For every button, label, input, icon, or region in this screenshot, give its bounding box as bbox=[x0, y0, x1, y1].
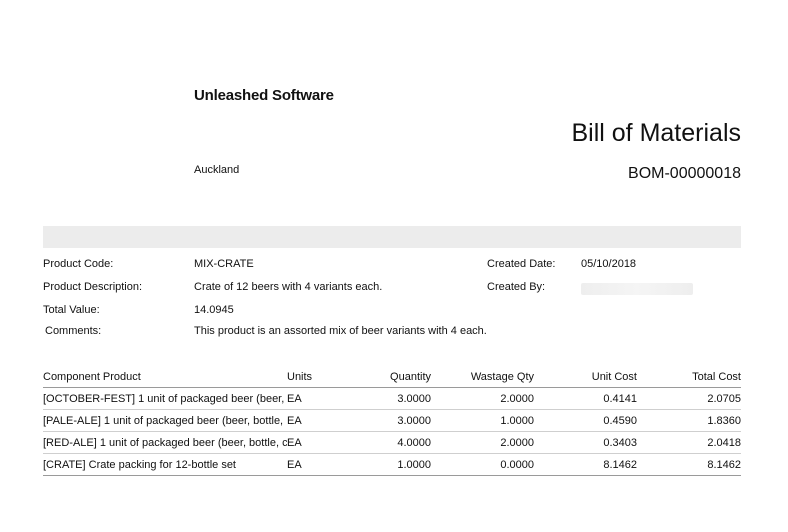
comments-value: This product is an assorted mix of beer … bbox=[194, 325, 487, 337]
table-row: [CRATE] Crate packing for 12-bottle set … bbox=[43, 453, 741, 476]
created-date-label: Created Date: bbox=[487, 258, 556, 270]
cell-units: EA bbox=[287, 409, 357, 432]
created-date-value: 05/10/2018 bbox=[581, 258, 637, 270]
product-description-value: Crate of 12 beers with 4 variants each. bbox=[194, 281, 383, 293]
cell-total-cost: 2.0418 bbox=[637, 431, 741, 454]
header-band bbox=[43, 226, 741, 248]
comments-label: Comments: bbox=[45, 325, 102, 337]
cell-component-product: [OCTOBER-FEST] 1 unit of packaged beer (… bbox=[43, 387, 287, 410]
header-wastage-qty: Wastage Qty bbox=[431, 366, 534, 388]
cell-wastage-qty: 2.0000 bbox=[431, 387, 534, 410]
company-city: Auckland bbox=[194, 164, 240, 176]
cell-wastage-qty: 0.0000 bbox=[431, 453, 534, 476]
cell-unit-cost: 0.4590 bbox=[534, 409, 637, 432]
header-units: Units bbox=[287, 366, 357, 388]
cell-units: EA bbox=[287, 431, 357, 454]
table-row: [PALE-ALE] 1 unit of packaged beer (beer… bbox=[43, 409, 741, 432]
cell-quantity: 3.0000 bbox=[357, 387, 431, 410]
cell-total-cost: 8.1462 bbox=[637, 453, 741, 476]
cell-unit-cost: 0.4141 bbox=[534, 387, 637, 410]
cell-quantity: 4.0000 bbox=[357, 431, 431, 454]
product-code-value: MIX-CRATE bbox=[194, 258, 254, 270]
components-table: Component Product Units Quantity Wastage… bbox=[43, 366, 741, 476]
document-number: BOM-00000018 bbox=[628, 165, 741, 182]
cell-total-cost: 2.0705 bbox=[637, 387, 741, 410]
product-code-label: Product Code: bbox=[43, 258, 114, 270]
header-unit-cost: Unit Cost bbox=[534, 366, 637, 388]
cell-wastage-qty: 1.0000 bbox=[431, 409, 534, 432]
cell-quantity: 1.0000 bbox=[357, 453, 431, 476]
table-header-row: Component Product Units Quantity Wastage… bbox=[43, 366, 741, 388]
created-by-label: Created By: bbox=[487, 281, 546, 293]
cell-unit-cost: 0.3403 bbox=[534, 431, 637, 454]
cell-quantity: 3.0000 bbox=[357, 409, 431, 432]
cell-unit-cost: 8.1462 bbox=[534, 453, 637, 476]
header-quantity: Quantity bbox=[357, 366, 431, 388]
header-total-cost: Total Cost bbox=[637, 366, 741, 388]
cell-units: EA bbox=[287, 387, 357, 410]
product-description-label: Product Description: bbox=[43, 281, 143, 293]
created-by-redacted bbox=[581, 283, 693, 295]
cell-units: EA bbox=[287, 453, 357, 476]
total-value-value: 14.0945 bbox=[194, 304, 234, 316]
cell-component-product: [CRATE] Crate packing for 12-bottle set bbox=[43, 453, 287, 476]
cell-wastage-qty: 2.0000 bbox=[431, 431, 534, 454]
cell-total-cost: 1.8360 bbox=[637, 409, 741, 432]
total-value-label: Total Value: bbox=[43, 304, 100, 316]
header-component-product: Component Product bbox=[43, 366, 287, 388]
cell-component-product: [PALE-ALE] 1 unit of packaged beer (beer… bbox=[43, 409, 287, 432]
table-row: [OCTOBER-FEST] 1 unit of packaged beer (… bbox=[43, 387, 741, 410]
cell-component-product: [RED-ALE] 1 unit of packaged beer (beer,… bbox=[43, 431, 287, 454]
company-name: Unleashed Software bbox=[194, 87, 334, 104]
document-title: Bill of Materials bbox=[571, 119, 742, 147]
table-row: [RED-ALE] 1 unit of packaged beer (beer,… bbox=[43, 431, 741, 454]
